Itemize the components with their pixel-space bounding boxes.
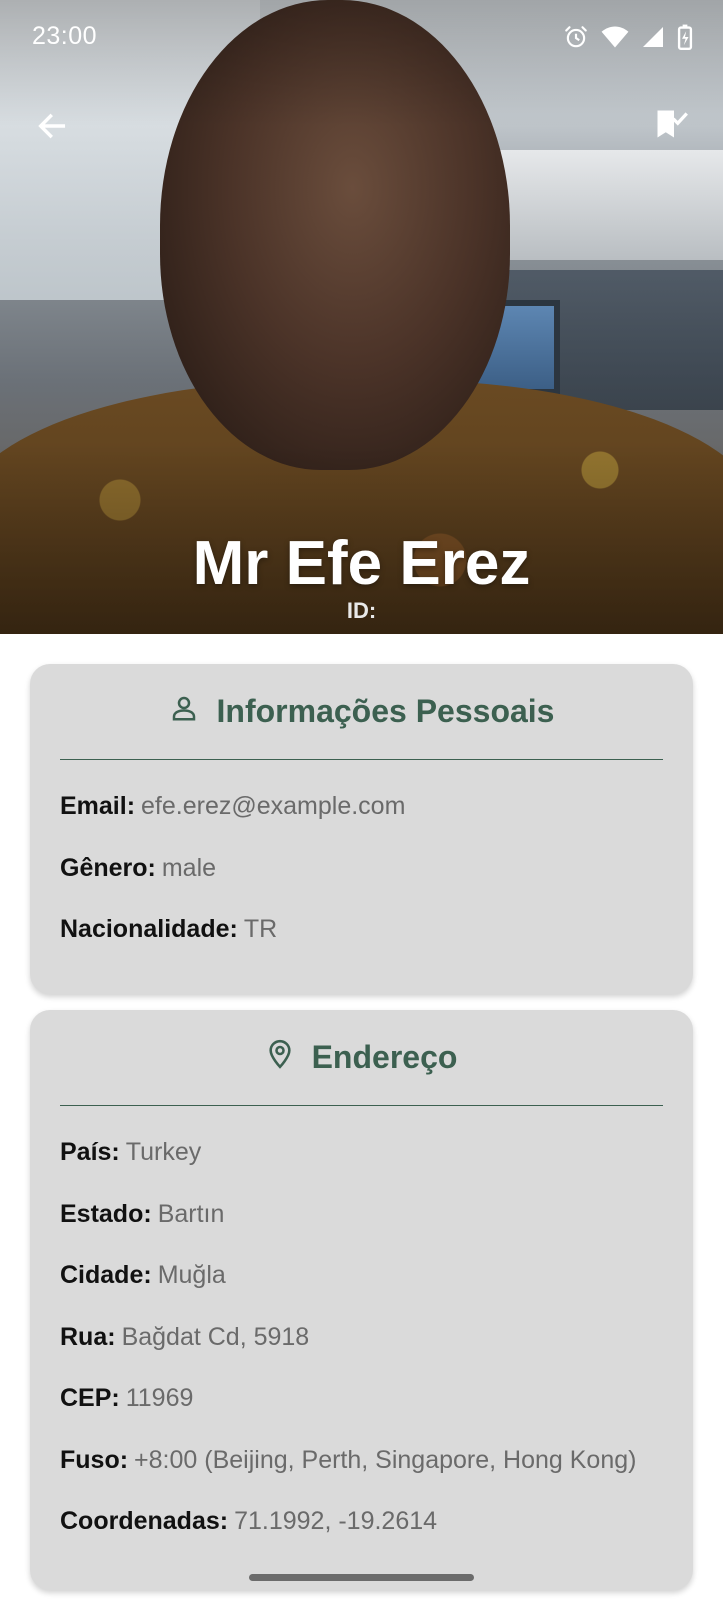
row-value: Bartın — [157, 1199, 225, 1228]
personal-info-row-nationality: Nacionalidade: TR — [60, 915, 663, 977]
profile-name: Mr Efe Erez — [192, 529, 531, 598]
address-row-country: País: Turkey — [60, 1138, 663, 1200]
personal-info-rows: Email: efe.erez@example.com Gênero: male N… — [60, 760, 663, 977]
bookmark-check-icon — [653, 105, 689, 148]
personal-info-row-gender: Gênero: male — [60, 854, 663, 916]
wifi-icon — [601, 25, 629, 49]
row-value: Bağdat Cd, 5918 — [121, 1322, 310, 1351]
row-label: Fuso: — [60, 1445, 129, 1474]
row-label: CEP: — [60, 1384, 120, 1412]
row-label: Estado: — [60, 1199, 152, 1228]
address-row-coordinates: Coordenadas: 71.1992, -19.2614 — [60, 1507, 663, 1569]
row-label: Coordenadas: — [60, 1507, 229, 1535]
address-row-street: Rua: Bağdat Cd, 5918 — [60, 1323, 663, 1385]
person-icon — [169, 693, 199, 731]
row-label: Rua: — [60, 1322, 116, 1351]
address-rows: País: Turkey Estado: Bartın Cidade: Muğla R… — [60, 1106, 663, 1569]
personal-info-row-email: Email: efe.erez@example.com — [60, 792, 663, 854]
row-value: 11969 — [125, 1384, 194, 1412]
personal-info-header: Informações Pessoais — [60, 664, 663, 760]
row-value: efe.erez@example.com — [141, 792, 406, 820]
status-icons — [563, 24, 693, 50]
personal-info-title: Informações Pessoais — [216, 693, 555, 729]
address-row-city: Cidade: Muğla — [60, 1261, 663, 1323]
status-bar: 23:00 — [0, 0, 723, 74]
address-row-postcode: CEP: 11969 — [60, 1384, 663, 1446]
alarm-icon — [563, 24, 589, 50]
row-value: +8:00 (Beijing, Perth, Singapore, Hong K… — [134, 1445, 637, 1474]
row-value: 71.1992, -19.2614 — [234, 1507, 438, 1535]
row-label: Nacionalidade: — [60, 915, 238, 943]
row-label: Cidade: — [60, 1261, 152, 1289]
row-label: País: — [60, 1138, 120, 1166]
row-value: TR — [243, 915, 278, 943]
bookmark-button[interactable] — [649, 104, 693, 148]
battery-charging-icon — [677, 24, 693, 50]
arrow-left-icon — [35, 109, 69, 148]
row-value: Turkey — [125, 1138, 202, 1166]
profile-id-label: ID: — [346, 598, 377, 623]
gesture-navigation-bar[interactable] — [249, 1574, 474, 1581]
address-row-state: Estado: Bartın — [60, 1200, 663, 1262]
row-label: Gênero: — [60, 853, 156, 882]
address-card: Endereço País: Turkey Estado: Bartın Cidad… — [30, 1010, 693, 1590]
location-pin-icon — [266, 1038, 294, 1078]
address-row-timezone: Fuso: +8:00 (Beijing, Perth, Singapore, H… — [60, 1446, 663, 1508]
row-value: Muğla — [157, 1261, 226, 1289]
back-button[interactable] — [30, 106, 74, 150]
row-label: Email: — [60, 792, 136, 820]
address-header: Endereço — [60, 1010, 663, 1106]
status-time: 23:00 — [32, 22, 98, 50]
profile-hero: 23:00 Mr Efe Erez ID: — [0, 0, 723, 634]
personal-info-card: Informações Pessoais Email: efe.erez@exam… — [30, 664, 693, 994]
address-title: Endereço — [311, 1039, 458, 1075]
signal-icon — [641, 25, 665, 49]
row-value: male — [161, 853, 217, 882]
